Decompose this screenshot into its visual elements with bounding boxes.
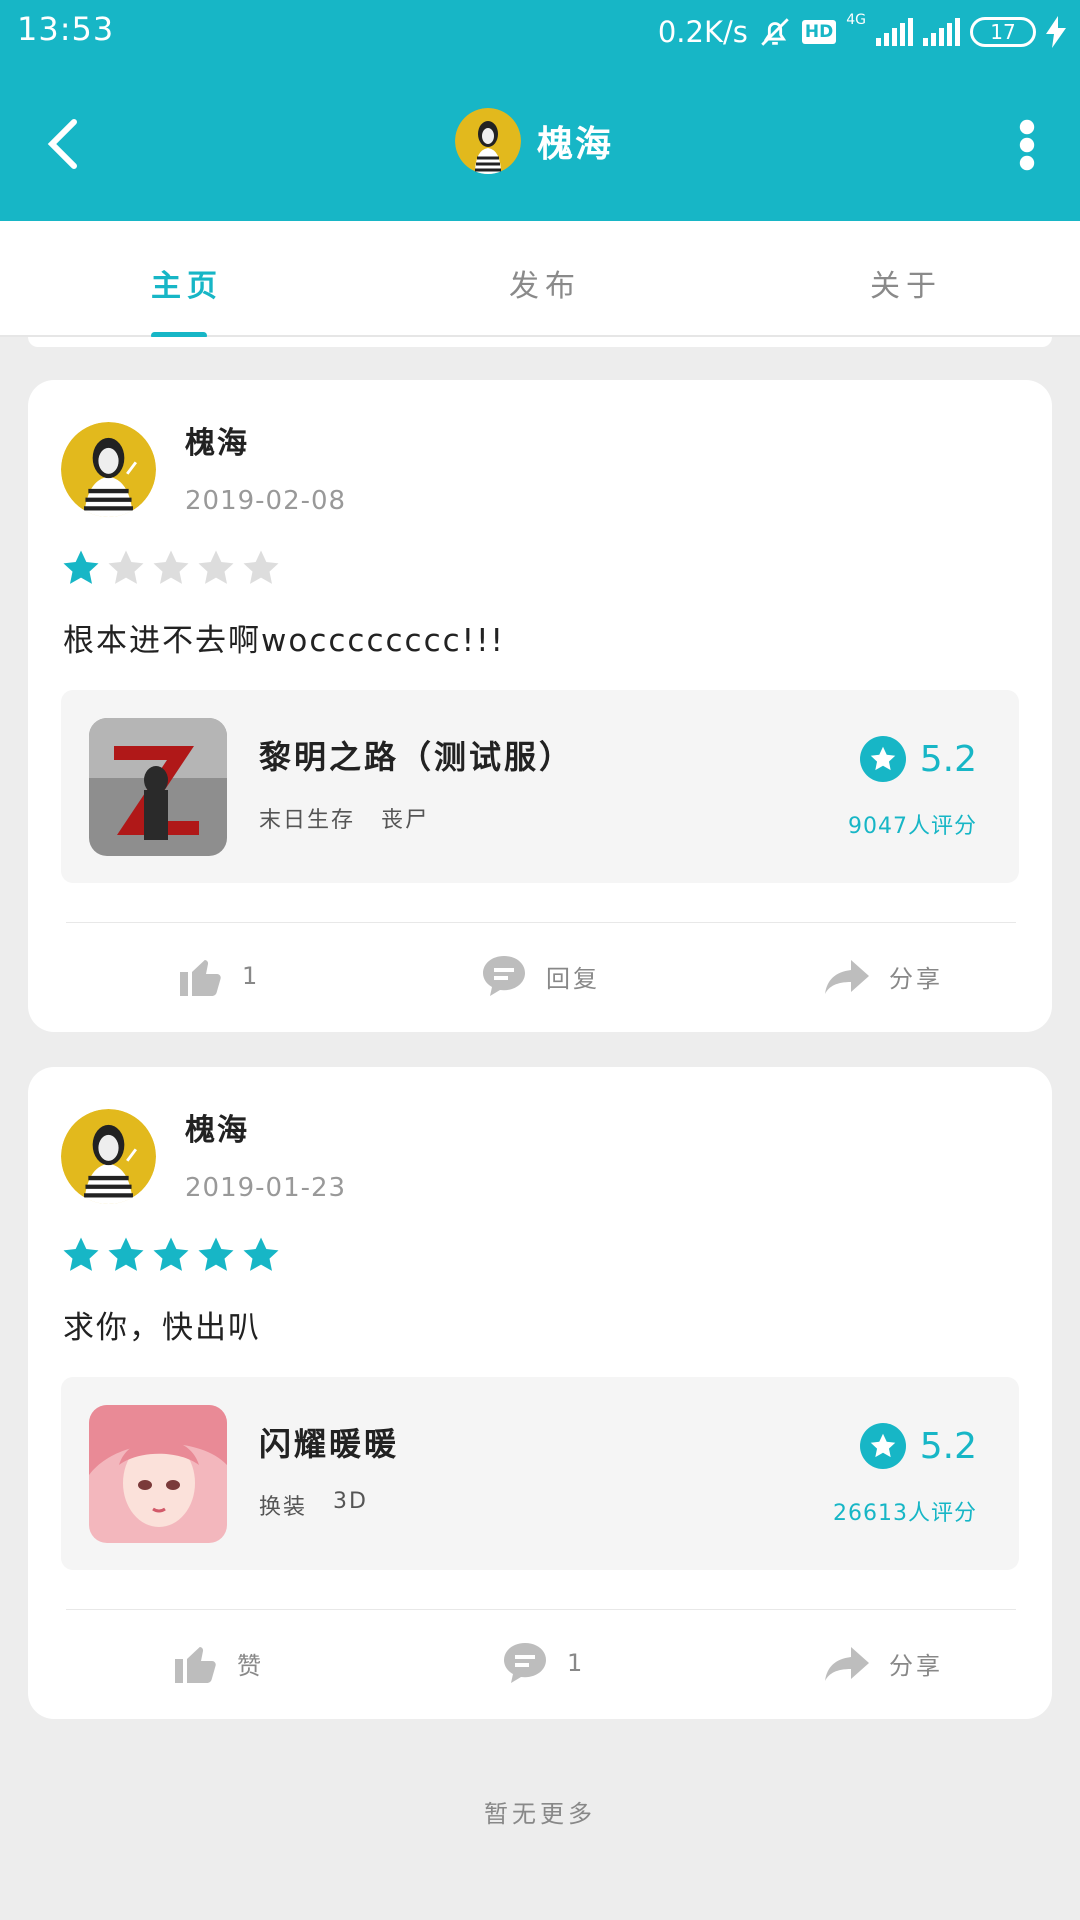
page-title: 槐海 bbox=[537, 124, 614, 165]
divider bbox=[66, 1609, 1016, 1610]
post-date: 2019-01-23 bbox=[185, 1173, 347, 1203]
like-button[interactable]: 赞 bbox=[171, 1639, 264, 1687]
score-value: 5.2 bbox=[919, 1425, 977, 1467]
game-tags: 末日生存 丧尸 bbox=[259, 802, 429, 834]
reply-count: 1 bbox=[567, 1649, 586, 1677]
user-avatar[interactable] bbox=[61, 422, 156, 517]
status-time: 13:53 bbox=[17, 10, 115, 48]
signal-icon bbox=[876, 18, 913, 46]
battery-icon: 17 bbox=[970, 17, 1036, 47]
like-label: 赞 bbox=[237, 1651, 264, 1680]
game-score: 5.2 bbox=[859, 736, 977, 782]
share-label: 分享 bbox=[889, 964, 943, 993]
no-more-text: 暂无更多 bbox=[484, 1800, 596, 1828]
post-comment: 求你，快出叭 bbox=[63, 1310, 261, 1346]
share-arrow-icon bbox=[825, 960, 869, 994]
star-filled-icon bbox=[108, 1237, 144, 1271]
more-options-icon[interactable] bbox=[1012, 118, 1042, 172]
previous-card-edge bbox=[28, 337, 1052, 347]
game-icon bbox=[89, 718, 227, 856]
profile-title: 槐海 bbox=[455, 108, 613, 174]
game-tags: 换装 3D bbox=[259, 1489, 368, 1521]
star-filled-icon bbox=[63, 550, 99, 584]
battery-level: 17 bbox=[990, 20, 1016, 44]
rating-count: 9047人评分 bbox=[848, 814, 977, 839]
star-filled-icon bbox=[243, 1237, 279, 1271]
star-badge-icon bbox=[859, 1423, 906, 1469]
game-icon bbox=[89, 1405, 227, 1543]
score-value: 5.2 bbox=[919, 738, 977, 780]
star-filled-icon bbox=[198, 1237, 234, 1271]
like-button[interactable]: 1 bbox=[176, 952, 260, 1000]
signal-icon-2 bbox=[923, 18, 960, 46]
thumbs-up-icon bbox=[175, 1647, 216, 1683]
star-filled-icon bbox=[63, 1237, 99, 1271]
post-date: 2019-02-08 bbox=[185, 486, 347, 516]
share-arrow-icon bbox=[825, 1647, 869, 1681]
rating-count: 26613人评分 bbox=[833, 1501, 977, 1526]
post-username[interactable]: 槐海 bbox=[185, 1105, 249, 1149]
game-name: 黎明之路（测试服） bbox=[259, 738, 575, 776]
bell-off-icon bbox=[761, 18, 789, 46]
game-tag: 末日生存 bbox=[259, 808, 356, 833]
reply-label: 回复 bbox=[546, 964, 600, 993]
game-score: 5.2 bbox=[859, 1423, 977, 1469]
tab-about[interactable]: 关于 bbox=[870, 261, 942, 305]
net-speed: 0.2K/s bbox=[657, 15, 748, 49]
comment-bubble-icon bbox=[483, 956, 525, 996]
star-filled-icon bbox=[153, 1237, 189, 1271]
star-empty-icon bbox=[153, 550, 189, 584]
status-bar: 13:53 0.2K/s HD 4G 17 bbox=[0, 0, 1080, 66]
user-avatar[interactable] bbox=[61, 1109, 156, 1204]
network-label: 4G bbox=[846, 12, 866, 28]
post-card: 槐海 2019-01-23 求你，快出叭 闪耀暖暖 换装 3D 5.2 2661… bbox=[28, 1067, 1052, 1719]
tab-publish[interactable]: 发布 bbox=[509, 261, 581, 305]
game-name: 闪耀暖暖 bbox=[259, 1425, 400, 1463]
share-label: 分享 bbox=[889, 1651, 943, 1680]
share-button[interactable]: 分享 bbox=[823, 952, 943, 1000]
game-card[interactable]: 闪耀暖暖 换装 3D 5.2 26613人评分 bbox=[61, 1377, 1019, 1570]
share-button[interactable]: 分享 bbox=[823, 1639, 943, 1687]
star-empty-icon bbox=[243, 550, 279, 584]
game-card[interactable]: 黎明之路（测试服） 末日生存 丧尸 5.2 9047人评分 bbox=[61, 690, 1019, 883]
game-tag: 丧尸 bbox=[381, 808, 430, 833]
reply-button[interactable]: 1 bbox=[501, 1639, 585, 1687]
app-bar: 槐海 bbox=[0, 66, 1080, 221]
tab-home[interactable]: 主页 bbox=[151, 261, 223, 305]
user-avatar bbox=[455, 108, 521, 174]
post-comment: 根本进不去啊wocccccccc!!! bbox=[63, 623, 505, 659]
comment-bubble-icon bbox=[504, 1643, 546, 1683]
back-arrow-icon[interactable] bbox=[40, 116, 88, 172]
game-tag: 3D bbox=[333, 1489, 368, 1514]
post-card: 槐海 2019-02-08 根本进不去啊wocccccccc!!! 黎明之路（测… bbox=[28, 380, 1052, 1032]
thumbs-up-icon bbox=[180, 960, 221, 996]
rating-stars bbox=[61, 1235, 281, 1275]
like-count: 1 bbox=[242, 962, 261, 990]
hd-badge: HD bbox=[801, 20, 837, 44]
divider bbox=[66, 922, 1016, 923]
post-username[interactable]: 槐海 bbox=[185, 418, 249, 462]
game-tag: 换装 bbox=[259, 1495, 308, 1520]
status-icons: 0.2K/s HD 4G 17 bbox=[658, 12, 1066, 52]
tab-bar: 主页 发布 关于 bbox=[0, 221, 1080, 337]
star-empty-icon bbox=[108, 550, 144, 584]
rating-stars bbox=[61, 548, 281, 588]
star-badge-icon bbox=[859, 736, 906, 782]
reply-button[interactable]: 回复 bbox=[480, 952, 600, 1000]
star-empty-icon bbox=[198, 550, 234, 584]
charging-bolt-icon bbox=[1046, 16, 1066, 48]
